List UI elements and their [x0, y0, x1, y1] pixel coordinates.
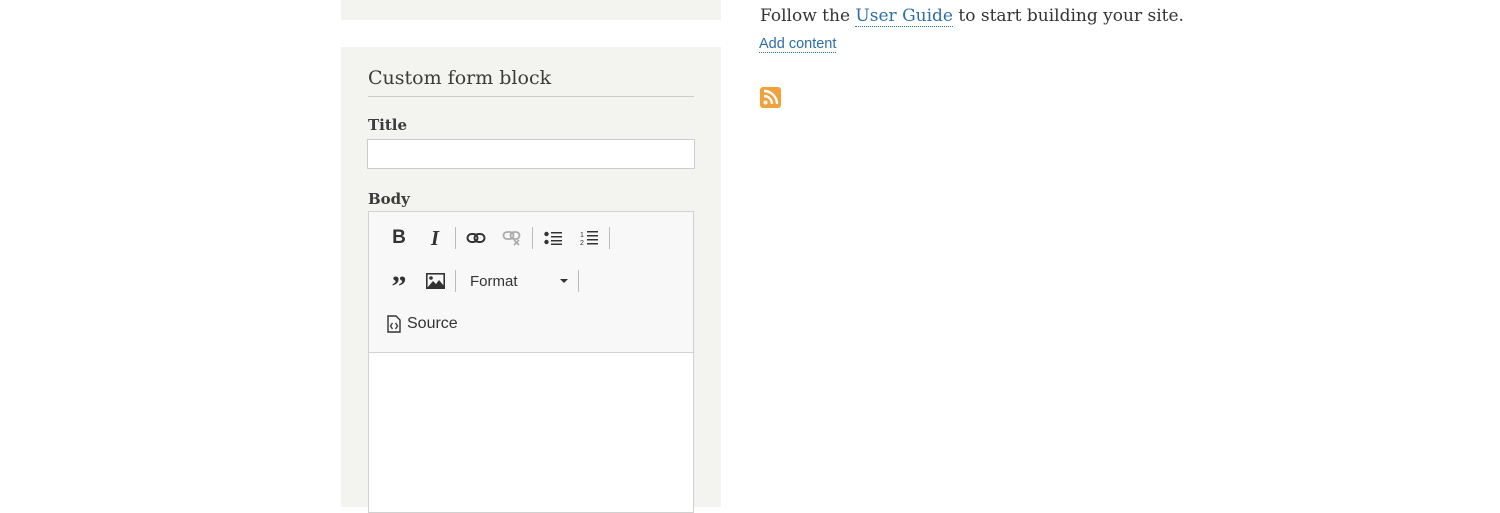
- bulleted-list-icon: [544, 231, 562, 245]
- source-label: Source: [407, 315, 458, 332]
- add-content-link[interactable]: Add content: [759, 36, 837, 53]
- rss-feed-button[interactable]: [760, 87, 781, 108]
- bold-icon: B: [392, 227, 406, 248]
- svg-text:1: 1: [580, 232, 584, 239]
- welcome-text: Follow the User Guide to start building …: [760, 6, 1184, 27]
- toolbar-separator: [609, 227, 610, 249]
- svg-text:2: 2: [580, 240, 584, 246]
- bold-button[interactable]: B: [381, 224, 417, 252]
- user-guide-link[interactable]: User Guide: [855, 6, 953, 27]
- source-icon: [387, 315, 401, 333]
- body-editor-area[interactable]: [369, 353, 693, 513]
- body-label: Body: [368, 190, 410, 208]
- italic-button[interactable]: I: [417, 224, 453, 252]
- toolbar-separator: [455, 270, 456, 292]
- blockquote-icon: ”: [391, 270, 407, 303]
- bulleted-list-button[interactable]: [535, 224, 571, 252]
- image-icon: [425, 273, 445, 289]
- link-icon: [466, 233, 486, 243]
- text-after: to start building your site.: [952, 6, 1184, 26]
- italic-icon: I: [430, 225, 440, 250]
- format-dropdown[interactable]: Format: [458, 267, 576, 295]
- unlink-button[interactable]: [494, 224, 530, 252]
- unlink-icon: [502, 231, 521, 246]
- custom-form-block: Custom form block Title Body B I 1 2 ” F…: [341, 47, 721, 513]
- block-title: Custom form block: [368, 67, 694, 97]
- image-button[interactable]: [417, 267, 453, 295]
- toolbar-separator: [578, 270, 579, 292]
- blockquote-button[interactable]: ”: [381, 267, 417, 303]
- rss-icon: [763, 89, 779, 105]
- title-label: Title: [368, 116, 408, 134]
- title-input[interactable]: [367, 139, 695, 169]
- toolbar-separator: [532, 227, 533, 249]
- toolbar-separator: [455, 227, 456, 249]
- text-before: Follow the: [760, 6, 856, 26]
- format-label: Format: [470, 272, 518, 290]
- editor-toolbar: B I 12 ” Format Source: [369, 212, 693, 353]
- source-button[interactable]: Source: [381, 315, 464, 333]
- numbered-list-icon: 12: [580, 231, 598, 246]
- previous-block-panel: [341, 0, 721, 20]
- rich-text-editor: B I 12 ” Format Source: [368, 211, 694, 513]
- link-button[interactable]: [458, 224, 494, 252]
- chevron-down-icon: [560, 279, 568, 283]
- numbered-list-button[interactable]: 12: [571, 224, 607, 252]
